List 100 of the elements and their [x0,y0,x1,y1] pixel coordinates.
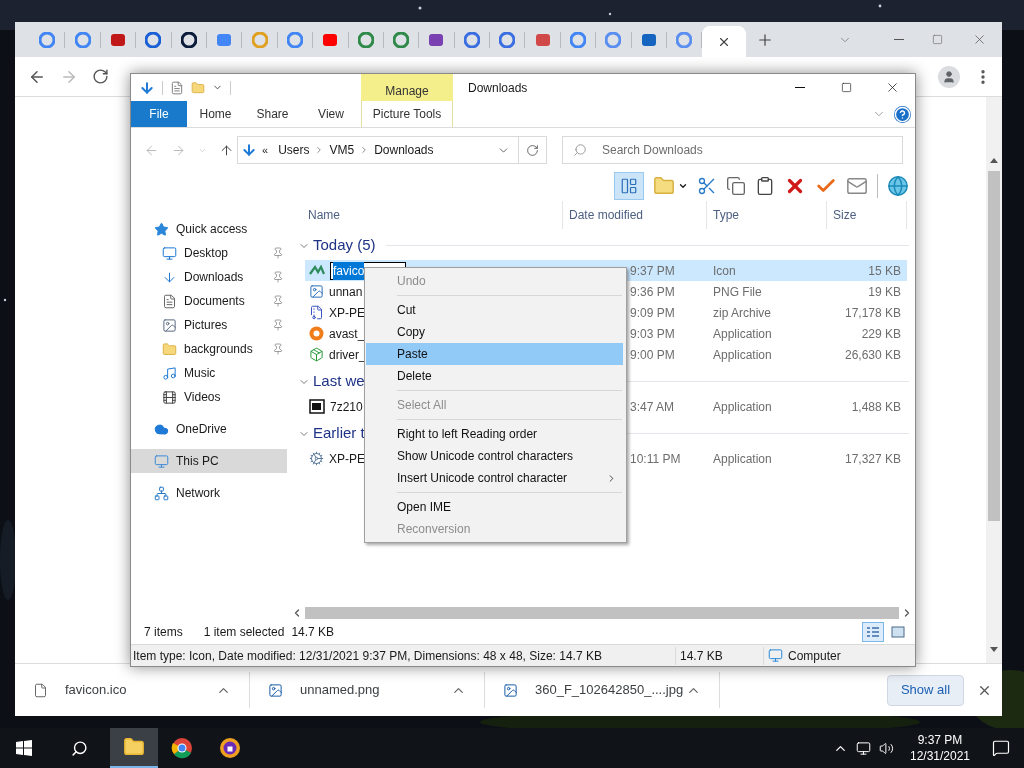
minimize-icon [894,39,904,40]
favicon-icon[interactable] [180,31,197,48]
start-icon[interactable] [16,740,32,756]
ribbon-tab[interactable]: Home [187,101,244,127]
installer-icon [309,347,324,362]
clock-time[interactable]: 9:37 PM [917,732,963,748]
group-header[interactable]: Today (5) [313,234,376,257]
taskbar-app[interactable] [110,728,158,768]
cut-icon[interactable] [697,176,717,196]
navigation-item[interactable]: Music [131,361,287,385]
navigation-item[interactable]: Downloads [131,265,287,289]
menu-item[interactable]: Show Unicode control characters [366,445,623,467]
ribbon-tab[interactable]: File [131,101,187,127]
up-icon[interactable] [219,142,234,158]
download-item[interactable]: favicon.ico [15,672,250,708]
menu-item[interactable]: Open IME [366,496,623,518]
details-text: Item type: Icon, Date modified: 12/31/2021 9:37 PM, Dimensions: 48 x 48, Size: 14.7 KB [132,647,603,665]
ribbon-tab[interactable]: Picture Tools [361,101,453,127]
profile-icon[interactable] [942,69,956,84]
shield-app-icon[interactable] [219,737,241,759]
volume-icon[interactable] [879,740,894,756]
breadcrumb[interactable]: Users [278,141,310,159]
ribbon-tab[interactable]: View [301,101,361,127]
navigation-item[interactable]: Desktop [131,241,287,265]
folder-icon [123,736,145,758]
scroll-up-icon[interactable] [990,157,998,163]
status-text: 7 items [144,624,183,641]
ribbon-tab[interactable]: Share [244,101,301,127]
address-bar[interactable]: « Users VM5 Downloads [237,136,547,164]
breadcrumb[interactable]: VM5 [329,141,355,159]
show-all-button[interactable]: Show all [887,674,964,706]
menu-item[interactable]: Right to left Reading order [366,423,623,445]
notifications-icon[interactable] [992,739,1010,757]
search-icon [573,143,587,157]
copy-icon[interactable] [726,176,746,196]
details-text: 14.7 KB [675,646,763,665]
navigation-item[interactable]: Quick access [131,217,287,241]
breadcrumb-overflow[interactable]: « [262,141,269,159]
menu-item[interactable]: Insert Unicode control character [366,467,623,489]
scroll-down-icon[interactable] [990,647,998,653]
table-cell-text: 26,630 KB [843,346,901,364]
scrollbar-thumb[interactable] [305,607,899,619]
status-text: 1 item selected [203,624,285,641]
refresh-icon[interactable] [526,143,539,157]
file-name: 7z210 [330,398,363,416]
folder-icon[interactable] [191,80,205,95]
pin-icon [272,271,284,283]
table-cell-text: 3:47 AM [629,398,676,416]
pin-icon [272,247,284,259]
details-view-icon [866,626,880,638]
file-name: XP-PE [329,304,365,322]
card-icon[interactable] [846,175,868,197]
minimize-icon [795,87,805,88]
navigation-item[interactable]: OneDrive [131,417,287,441]
search-field[interactable]: Search Downloads [562,136,903,164]
preview-pane-button[interactable] [614,172,644,200]
navigation-item[interactable]: Documents [131,289,287,313]
star-icon [154,221,169,237]
network-icon[interactable] [856,740,871,756]
folder-icon [162,341,177,357]
breadcrumb[interactable]: Downloads [374,141,434,159]
download-item[interactable]: 360_F_102642850_....jpg [485,672,720,708]
download-item[interactable]: unnamed.png [250,672,485,708]
scrollbar-thumb[interactable] [988,171,1000,521]
caret-icon[interactable] [678,181,688,191]
table-cell-text: 9:03 PM [629,325,676,343]
pin-icon [272,295,284,307]
pin-icon [272,319,284,331]
browser-app-icon[interactable] [171,737,193,759]
active-tab[interactable] [702,26,747,57]
properties-icon[interactable] [170,80,184,95]
column-header[interactable]: Name [291,201,563,229]
group-header[interactable]: Earlier t [313,422,365,445]
menu-item[interactable]: Delete [366,365,623,387]
details-view-button[interactable] [862,622,884,642]
group-header[interactable]: Last we [313,370,365,393]
help-icon[interactable] [894,105,911,123]
status-text: 14.7 KB [291,624,335,641]
navigation-item[interactable]: Pictures [131,313,287,337]
column-header[interactable]: Size [827,201,907,229]
maximize-icon [840,82,852,93]
menu-item[interactable]: Paste [366,343,623,365]
column-header[interactable]: Date modified [563,201,707,229]
paste-icon[interactable] [755,176,775,196]
search-icon[interactable] [71,739,88,757]
clock-date[interactable]: 12/31/2021 [909,748,971,764]
globe-icon[interactable] [887,175,909,197]
table-cell-text: Application [712,398,773,416]
menu-item[interactable]: Cut [366,299,623,321]
table-cell-text: 1,488 KB [850,398,901,416]
navigation-item[interactable]: Videos [131,385,287,409]
column-header[interactable]: Type [707,201,827,229]
reload-icon[interactable] [92,68,109,85]
navigation-item[interactable]: This PC [131,449,287,473]
navigation-item[interactable]: backgrounds [131,337,287,361]
menu-item[interactable]: Copy [366,321,623,343]
table-cell-text: 9:09 PM [629,304,676,322]
forward-icon[interactable] [171,142,186,158]
navigation-item[interactable]: Network [131,481,287,505]
download-icon[interactable] [139,79,155,96]
